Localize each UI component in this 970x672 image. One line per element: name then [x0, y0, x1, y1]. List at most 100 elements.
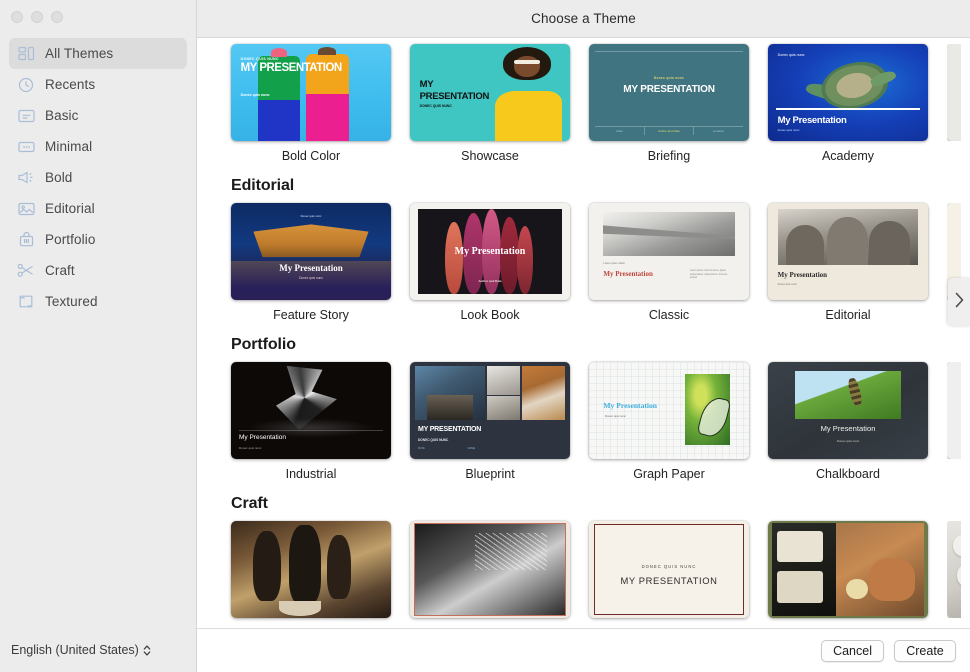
slide-subtitle: Donec quis nunc — [239, 446, 261, 450]
theme-thumbnail[interactable]: Donec quis nunc My Presentation Donec qu… — [231, 203, 391, 300]
theme-thumbnail[interactable]: Lorem ipsum dolor My Presentation Lorem … — [589, 203, 749, 300]
create-button[interactable]: Create — [894, 640, 956, 662]
theme-thumbnail[interactable] — [947, 44, 961, 141]
megaphone-icon — [17, 169, 35, 187]
page-title: Choose a Theme — [531, 11, 636, 26]
cancel-button[interactable]: Cancel — [821, 640, 884, 662]
theme-name: Graph Paper — [633, 467, 705, 481]
slide-eyebrow: Donec quis nunc — [589, 76, 749, 80]
scroll-right-button[interactable] — [948, 278, 970, 326]
theme-thumbnail[interactable] — [231, 521, 391, 618]
slide-subtitle: DONEC QUIS NUNC — [420, 104, 452, 108]
slide-title-line1: MY — [420, 79, 434, 90]
slide-title: My Presentation — [778, 115, 847, 126]
photo-icon — [17, 200, 35, 218]
slide-title: MY PRESENTATION — [589, 575, 749, 586]
slide-tag-left: DATE — [418, 447, 425, 450]
bag-icon — [17, 231, 35, 249]
slide-eyebrow: DONEC QUIS NUNC — [241, 57, 279, 61]
slide-title: My Presentation — [231, 263, 391, 273]
sidebar: All Themes Recents Basic — [0, 0, 197, 672]
sidebar-item-label: Recents — [45, 77, 95, 92]
close-button[interactable] — [11, 11, 23, 23]
theme-thumbnail[interactable]: DONEC QUIS NUNC MY PRESENTATION Donec qu… — [231, 44, 391, 141]
sidebar-item-minimal[interactable]: Minimal — [9, 131, 187, 162]
theme-name: Classic — [649, 308, 689, 322]
slide-footer-mid: Author and Date — [645, 127, 694, 136]
sidebar-item-label: All Themes — [45, 46, 113, 61]
sidebar-item-craft[interactable]: Craft — [9, 255, 187, 286]
slide-body: Lorem ipsum dolor sit amet, ligula suspe… — [690, 269, 735, 280]
language-popup-button[interactable]: English (United States) — [11, 643, 151, 657]
theme-thumbnail[interactable]: My Presentation Donec quis nunc — [768, 362, 928, 459]
scissors-icon — [17, 262, 35, 280]
slide-footer-right: Location — [694, 127, 742, 136]
theme-name: Chalkboard — [816, 467, 880, 481]
theme-card-next-partial[interactable] — [947, 521, 961, 618]
theme-card-editorial[interactable]: My Presentation Donec quis nunc Editoria… — [768, 203, 928, 322]
theme-thumbnail[interactable] — [768, 521, 928, 618]
dots-icon — [17, 138, 35, 156]
theme-row: Donec quis nunc My Presentation Donec qu… — [197, 203, 970, 322]
theme-card-graph-paper[interactable]: My Presentation Donec quis nunc Graph Pa… — [589, 362, 749, 481]
theme-thumbnail[interactable]: Donec quis nunc My Presentation donec qu… — [768, 44, 928, 141]
theme-section: DONEC QUIS NUNC MY PRESENTATION Donec qu… — [197, 38, 970, 163]
theme-thumbnail[interactable]: My Presentation Donec quis nunc — [768, 203, 928, 300]
theme-card-classic[interactable]: Lorem ipsum dolor My Presentation Lorem … — [589, 203, 749, 322]
theme-name: Briefing — [648, 149, 690, 163]
theme-row: DONEC QUIS NUNC MY PRESENTATION Donec qu… — [197, 44, 970, 163]
theme-name: Editorial — [825, 308, 870, 322]
theme-thumbnail[interactable]: MY PRESENTATION DONEC QUIS NUNC DATE NAM… — [410, 362, 570, 459]
theme-card-academy[interactable]: Donec quis nunc My Presentation donec qu… — [768, 44, 928, 163]
theme-thumbnail[interactable]: Donec quis nunc MY PRESENTATION Date Aut… — [589, 44, 749, 141]
main-pane: Choose a Theme DONEC QUIS NUNC MY PRESEN… — [197, 0, 970, 672]
section-heading: Craft — [197, 481, 970, 521]
theme-name: Showcase — [461, 149, 519, 163]
theme-card-chalkboard[interactable]: My Presentation Donec quis nunc Chalkboa… — [768, 362, 928, 481]
theme-thumbnail[interactable] — [410, 521, 570, 618]
theme-card-bold-color[interactable]: DONEC QUIS NUNC MY PRESENTATION Donec qu… — [231, 44, 391, 163]
sidebar-item-all-themes[interactable]: All Themes — [9, 38, 187, 69]
theme-card-craft-2[interactable] — [410, 521, 570, 618]
theme-card-look-book[interactable]: My Presentation Author and Date Look Boo… — [410, 203, 570, 322]
sidebar-item-editorial[interactable]: Editorial — [9, 193, 187, 224]
sidebar-item-label: Minimal — [45, 139, 92, 154]
theme-thumbnail[interactable]: My Presentation Donec quis nunc — [589, 362, 749, 459]
card-icon — [17, 107, 35, 125]
sidebar-item-basic[interactable]: Basic — [9, 100, 187, 131]
theme-name: Look Book — [460, 308, 519, 322]
theme-thumbnail[interactable]: My Presentation Author and Date — [410, 203, 570, 300]
theme-thumbnail[interactable]: MY PRESENTATION DONEC QUIS NUNC — [410, 44, 570, 141]
theme-thumbnail[interactable]: My Presentation Donec quis nunc — [231, 362, 391, 459]
theme-name: Blueprint — [465, 467, 514, 481]
clock-icon — [17, 76, 35, 94]
theme-card-craft-1[interactable] — [231, 521, 391, 618]
theme-card-blueprint[interactable]: MY PRESENTATION DONEC QUIS NUNC DATE NAM… — [410, 362, 570, 481]
theme-card-craft-3[interactable]: DONEC QUIS NUNC MY PRESENTATION — [589, 521, 749, 618]
theme-card-briefing[interactable]: Donec quis nunc MY PRESENTATION Date Aut… — [589, 44, 749, 163]
theme-scroll-area[interactable]: DONEC QUIS NUNC MY PRESENTATION Donec qu… — [197, 38, 970, 628]
sidebar-item-bold[interactable]: Bold — [9, 162, 187, 193]
theme-thumbnail[interactable]: DONEC QUIS NUNC MY PRESENTATION — [589, 521, 749, 618]
theme-thumbnail[interactable] — [947, 362, 961, 459]
minimize-button[interactable] — [31, 11, 43, 23]
slide-subtitle: Donec quis nunc — [231, 276, 391, 280]
sidebar-item-label: Portfolio — [45, 232, 95, 247]
slide-subtitle: Donec quis nunc — [778, 283, 797, 286]
theme-card-showcase[interactable]: MY PRESENTATION DONEC QUIS NUNC Showcase — [410, 44, 570, 163]
theme-card-next-partial[interactable] — [947, 44, 961, 141]
theme-card-craft-4[interactable] — [768, 521, 928, 618]
section-heading: Portfolio — [197, 322, 970, 362]
zoom-button[interactable] — [51, 11, 63, 23]
sidebar-list: All Themes Recents Basic — [0, 34, 196, 317]
sidebar-item-portfolio[interactable]: Portfolio — [9, 224, 187, 255]
theme-card-next-partial[interactable] — [947, 362, 961, 459]
slide-title: My Presentation — [768, 424, 928, 433]
sidebar-item-textured[interactable]: Textured — [9, 286, 187, 317]
titlebar: Choose a Theme — [197, 0, 970, 38]
theme-card-feature-story[interactable]: Donec quis nunc My Presentation Donec qu… — [231, 203, 391, 322]
theme-card-industrial[interactable]: My Presentation Donec quis nunc Industri… — [231, 362, 391, 481]
slide-title: MY PRESENTATION — [241, 62, 342, 74]
theme-thumbnail[interactable] — [947, 521, 961, 618]
sidebar-item-recents[interactable]: Recents — [9, 69, 187, 100]
